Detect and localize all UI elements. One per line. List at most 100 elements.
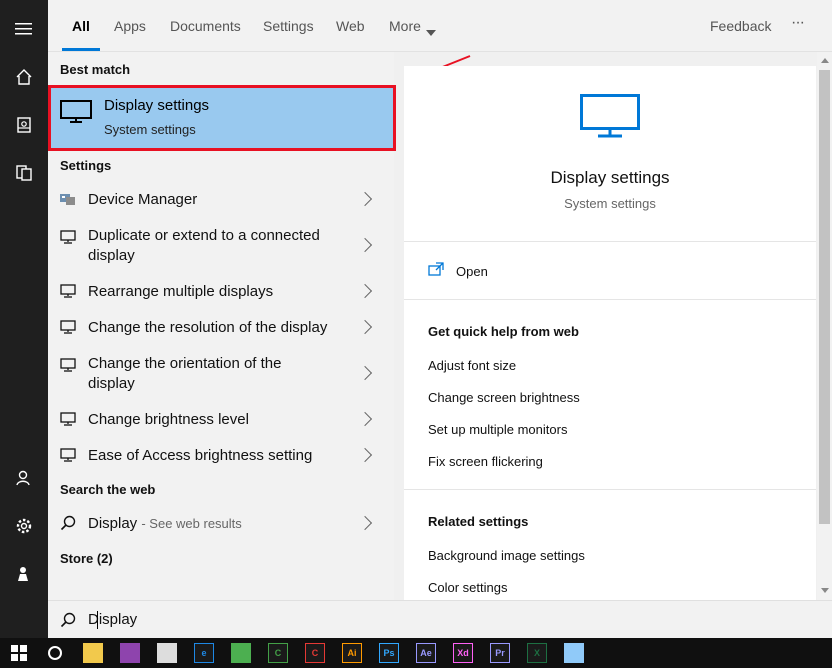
notepad-icon[interactable]: [564, 643, 584, 663]
open-icon: [428, 262, 444, 281]
related-link-background[interactable]: Background image settings: [428, 548, 585, 563]
quick-help-link-brightness[interactable]: Change screen brightness: [428, 390, 580, 405]
monitor-icon: [60, 100, 92, 129]
tab-documents[interactable]: Documents: [170, 18, 241, 34]
windows-search-panel: All Apps Documents Settings Web More Fee…: [0, 0, 832, 668]
photoshop-icon[interactable]: Ps: [379, 643, 399, 663]
search-the-web-heading: Search the web: [60, 482, 156, 497]
feather-app-icon[interactable]: [120, 643, 140, 663]
list-item-change-brightness[interactable]: Change brightness level: [48, 408, 394, 432]
red-c-app-icon[interactable]: C: [305, 643, 325, 663]
best-match-display-settings[interactable]: Display settings System settings: [48, 85, 396, 151]
settings-heading: Settings: [60, 158, 112, 173]
related-link-color[interactable]: Color settings: [428, 580, 507, 595]
quick-help-link-multiple-monitors[interactable]: Set up multiple monitors: [428, 422, 567, 437]
search-box[interactable]: Display: [48, 600, 832, 638]
chrome-icon[interactable]: [231, 643, 251, 663]
chevron-right-icon: [360, 446, 374, 466]
list-item-device-manager[interactable]: Device Manager: [48, 188, 394, 212]
open-action[interactable]: Open: [404, 252, 816, 292]
chevron-right-icon: [360, 318, 374, 338]
monitor-icon: [60, 230, 76, 249]
cortana-circle-icon[interactable]: [45, 643, 65, 663]
text-caret: [97, 611, 98, 629]
list-item-change-resolution[interactable]: Change the resolution of the display: [48, 316, 394, 340]
list-item-label: Change the resolution of the display: [88, 319, 328, 336]
after-effects-icon[interactable]: Ae: [416, 643, 436, 663]
device-manager-icon: [60, 192, 76, 211]
list-item-label: Duplicate or extend to a connected displ…: [88, 227, 320, 264]
best-match-title: Display settings: [104, 97, 210, 114]
file-explorer-icon[interactable]: [83, 643, 103, 663]
web-search-result[interactable]: Display - See web results: [48, 512, 394, 536]
preview-scrollbar[interactable]: [817, 52, 832, 600]
search-icon: [60, 515, 76, 536]
scroll-up-arrow-icon[interactable]: [821, 58, 829, 63]
settings-gear-icon[interactable]: [0, 506, 48, 546]
clapperboard-icon[interactable]: [157, 643, 177, 663]
tab-apps[interactable]: Apps: [114, 18, 146, 34]
active-tab-indicator: [62, 48, 100, 51]
hamburger-menu-icon[interactable]: [0, 9, 48, 49]
illustrator-icon[interactable]: Ai: [342, 643, 362, 663]
chevron-right-icon: [360, 514, 374, 534]
monitor-large-icon: [580, 94, 640, 143]
chevron-right-icon: [360, 364, 374, 384]
open-label: Open: [456, 264, 488, 279]
monitor-icon: [60, 448, 76, 467]
related-settings-heading: Related settings: [428, 514, 529, 529]
list-item-label: Device Manager: [88, 191, 198, 208]
camtasia-icon[interactable]: C: [268, 643, 288, 663]
divider: [404, 241, 816, 242]
divider: [404, 489, 816, 490]
list-item-change-orientation[interactable]: Change the orientation of the display: [48, 352, 394, 396]
best-match-subtitle: System settings: [104, 122, 196, 137]
list-item-rearrange-displays[interactable]: Rearrange multiple displays: [48, 280, 394, 304]
feedback-link[interactable]: Feedback: [710, 18, 771, 34]
best-match-heading: Best match: [60, 62, 131, 77]
quick-help-heading: Get quick help from web: [428, 324, 579, 339]
search-icon: [60, 612, 76, 633]
quick-help-link-flickering[interactable]: Fix screen flickering: [428, 454, 543, 469]
premiere-icon[interactable]: Pr: [490, 643, 510, 663]
xd-icon[interactable]: Xd: [453, 643, 473, 663]
chevron-right-icon: [360, 190, 374, 210]
edge-icon[interactable]: e: [194, 643, 214, 663]
scrollbar-thumb[interactable]: [819, 70, 830, 524]
chevron-right-icon: [360, 282, 374, 302]
list-item-label: Ease of Access brightness setting: [88, 447, 313, 464]
tab-settings[interactable]: Settings: [263, 18, 314, 34]
list-item-ease-of-access-brightness[interactable]: Ease of Access brightness setting: [48, 444, 394, 468]
documents-icon[interactable]: [0, 153, 48, 193]
list-item-label: Change brightness level: [88, 411, 249, 428]
more-options-ellipsis[interactable]: ···: [791, 14, 805, 32]
chevron-right-icon: [360, 410, 374, 430]
list-item-label: Change the orientation of the display: [88, 355, 282, 392]
windows-start-icon[interactable]: [9, 643, 29, 663]
preview-pane: Display settings System settings Open Ge…: [404, 66, 816, 600]
preview-subtitle: System settings: [564, 196, 656, 211]
web-hint: - See web results: [141, 516, 242, 531]
home-icon[interactable]: [0, 57, 48, 97]
preview-title: Display settings: [550, 168, 670, 187]
scroll-down-arrow-icon[interactable]: [821, 588, 829, 593]
excel-icon[interactable]: X: [527, 643, 547, 663]
tab-web[interactable]: Web: [336, 18, 365, 34]
chevron-down-icon[interactable]: [426, 23, 436, 41]
results-list: Best match Display settings System setti…: [48, 52, 396, 600]
taskbar: e C C Ai Ps Ae Xd Pr X: [0, 638, 832, 668]
tab-all[interactable]: All: [72, 18, 90, 34]
tab-more[interactable]: More: [389, 18, 421, 34]
monitor-icon: [60, 320, 76, 339]
divider: [404, 299, 816, 300]
user-icon[interactable]: [0, 458, 48, 498]
feedback-person-icon[interactable]: [0, 554, 48, 594]
monitor-icon: [60, 358, 76, 377]
list-item-label: Rearrange multiple displays: [88, 283, 274, 300]
notebook-icon[interactable]: [0, 105, 48, 145]
search-input[interactable]: Display: [88, 611, 137, 628]
filter-tabs: All Apps Documents Settings Web More Fee…: [48, 0, 832, 52]
monitor-icon: [60, 284, 76, 303]
quick-help-link-font-size[interactable]: Adjust font size: [428, 358, 516, 373]
list-item-duplicate-extend[interactable]: Duplicate or extend to a connected displ…: [48, 224, 394, 268]
